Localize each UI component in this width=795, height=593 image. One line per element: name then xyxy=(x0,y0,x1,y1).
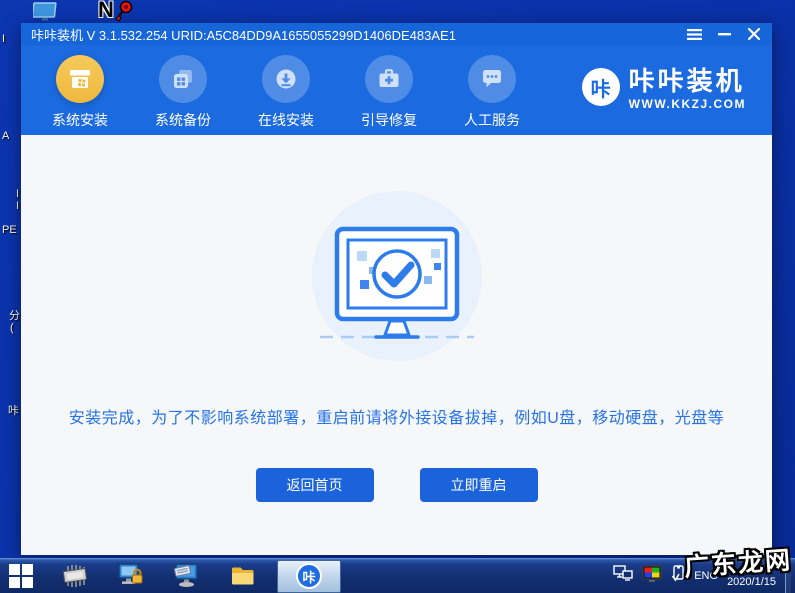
nkey-app-icon[interactable]: N xyxy=(98,0,138,23)
taskbar: 咔 ENG 2020/1/15 xyxy=(0,558,795,593)
brand-logo: 咔 咔咔装机 WWW.KKZJ.COM xyxy=(581,55,746,111)
desktop-label-fragment: I xyxy=(2,33,6,45)
nav-label: 人工服务 xyxy=(464,112,520,128)
nav-label: 系统备份 xyxy=(155,112,211,128)
main-content: 安装完成，为了不影响系统部署，重启前请将外接设备拔掉，例如U盘，移动硬盘，光盘等… xyxy=(21,135,772,555)
tray-date: 2020/1/15 xyxy=(727,576,776,588)
desktop-label-fragment: ( xyxy=(10,322,14,334)
desktop-label-fragment: A xyxy=(2,130,10,142)
menu-icon[interactable] xyxy=(686,26,702,42)
success-illustration xyxy=(311,191,482,361)
brand-url: WWW.KKZJ.COM xyxy=(628,97,746,111)
desktop-label-fragment: 分 xyxy=(9,310,20,322)
display-keyboard-app-icon[interactable] xyxy=(172,561,202,591)
start-button[interactable] xyxy=(0,558,42,593)
nav-item-human-service[interactable]: 人工服务 xyxy=(463,55,521,130)
chip-app-icon[interactable] xyxy=(60,561,90,591)
restart-button[interactable]: 立即重启 xyxy=(419,468,538,502)
close-icon[interactable] xyxy=(746,26,762,42)
install-box-icon xyxy=(70,70,90,88)
chat-service-icon xyxy=(483,70,501,88)
installer-window: 咔咔装机 V 3.1.532.254 URID:A5C84DD9A1655055… xyxy=(21,23,772,555)
desktop-label-fragment: I xyxy=(16,188,20,200)
nav-label: 在线安装 xyxy=(258,112,314,128)
system-tray: ENG 2020/1/15 xyxy=(613,558,795,593)
monitor-check-icon xyxy=(319,226,474,339)
minimize-icon[interactable] xyxy=(716,26,732,42)
titlebar[interactable]: 咔咔装机 V 3.1.532.254 URID:A5C84DD9A1655055… xyxy=(21,23,772,45)
folder-app-icon[interactable] xyxy=(228,561,258,591)
nav-item-online-install[interactable]: 在线安装 xyxy=(257,55,315,130)
window-title: 咔咔装机 V 3.1.532.254 URID:A5C84DD9A1655055… xyxy=(31,27,456,43)
repair-kit-icon xyxy=(379,69,399,87)
display-lock-app-icon[interactable] xyxy=(116,561,146,591)
windows-logo-icon xyxy=(9,563,33,588)
kaka-app-icon: 咔 xyxy=(296,563,322,589)
nav-bar: 系统安装 系统备份 在线安装 引导修复 人工服务 咔 咔咔装机 WWW.KKZJ… xyxy=(21,45,772,135)
backup-icon xyxy=(174,70,192,88)
nav-item-system-backup[interactable]: 系统备份 xyxy=(154,55,212,130)
download-icon xyxy=(276,69,296,89)
nav-item-boot-repair[interactable]: 引导修复 xyxy=(360,55,418,130)
desktop-label-fragment: PE xyxy=(2,224,17,236)
display-color-tray-icon[interactable] xyxy=(642,565,662,587)
home-button[interactable]: 返回首页 xyxy=(255,468,374,502)
nav-item-system-install[interactable]: 系统安装 xyxy=(51,55,109,130)
desktop-label-fragment: I xyxy=(16,200,20,212)
clock[interactable]: 2020/1/15 xyxy=(727,558,776,593)
desktop-label-fragment: 咔 xyxy=(8,405,19,417)
show-desktop-button[interactable] xyxy=(785,558,791,593)
brand-badge-icon: 咔 xyxy=(581,68,620,106)
completion-message: 安装完成，为了不影响系统部署，重启前请将外接设备拔掉，例如U盘，移动硬盘，光盘等 xyxy=(68,410,725,427)
nav-label: 引导修复 xyxy=(361,112,417,128)
usb-tray-icon[interactable] xyxy=(671,564,685,587)
nav-label: 系统安装 xyxy=(52,112,108,128)
kaka-taskbar-button[interactable]: 咔 xyxy=(277,559,341,593)
language-indicator[interactable]: ENG xyxy=(694,570,718,582)
network-tray-icon[interactable] xyxy=(613,565,633,586)
brand-title: 咔咔装机 xyxy=(628,66,745,96)
screen: N I A I I PE 分 ( 咔 咔咔装机 V 3.1.532.254 UR… xyxy=(0,0,795,593)
